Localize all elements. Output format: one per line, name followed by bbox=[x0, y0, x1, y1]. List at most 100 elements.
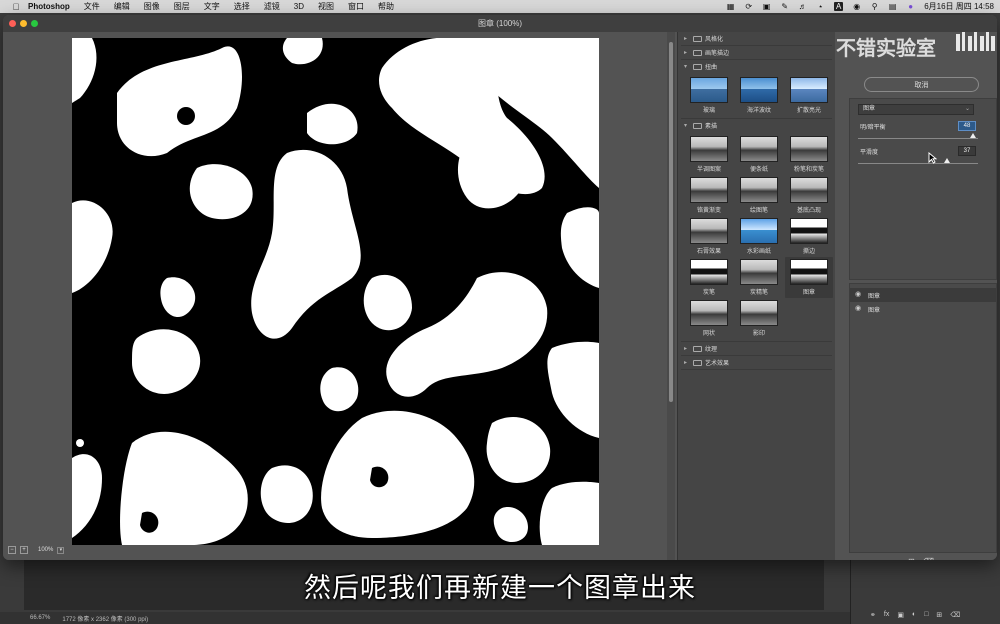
gallery-folder-2[interactable]: ▾ 扭曲 bbox=[678, 60, 835, 73]
filter-thumbnail-label: 铬黄渐变 bbox=[696, 208, 721, 214]
filter-thumbnail[interactable]: 玻璃 bbox=[685, 75, 733, 116]
menu-image[interactable]: 图像 bbox=[144, 1, 160, 12]
delete-effect-layer-icon[interactable]: ⌫ bbox=[923, 557, 934, 560]
filter-thumbnail-image bbox=[740, 77, 778, 103]
effect-layer-row[interactable]: ◉ 图章 bbox=[850, 288, 996, 302]
filter-thumbnail[interactable]: 扩散亮光 bbox=[785, 75, 833, 116]
menu-view[interactable]: 视图 bbox=[318, 1, 334, 12]
smoothness-slider-knob[interactable] bbox=[943, 158, 950, 163]
chevron-right-icon[interactable]: ▸ bbox=[684, 359, 690, 366]
gallery-folder-5[interactable]: ▸ 艺术效果 bbox=[678, 356, 835, 369]
mask-icon[interactable]: ▣ bbox=[897, 611, 904, 619]
menubar-datetime[interactable]: 6月16日 周四 14:58 bbox=[924, 1, 994, 12]
light-dark-balance-slider[interactable] bbox=[858, 133, 978, 139]
menu-layer[interactable]: 图层 bbox=[174, 1, 190, 12]
bluetooth-icon[interactable]: ⋆ bbox=[816, 2, 825, 11]
eye-icon[interactable]: ◉ bbox=[854, 305, 862, 313]
status-zoom[interactable]: 66.67% bbox=[30, 615, 50, 621]
cancel-button[interactable]: 取消 bbox=[864, 77, 979, 92]
chevron-right-icon[interactable]: ▸ bbox=[684, 35, 690, 42]
chevron-down-icon[interactable]: ▾ bbox=[684, 63, 690, 70]
filter-thumbnail[interactable]: 海洋波纹 bbox=[735, 75, 783, 116]
filter-thumbnail-label: 绘图笔 bbox=[749, 208, 768, 214]
menubar:  Photoshop 文件 编辑 图像 图层 文字 选择 滤镜 3D 视图 窗… bbox=[0, 0, 1000, 13]
filter-thumbnail-label: 撕边 bbox=[802, 249, 815, 255]
menu-file[interactable]: 文件 bbox=[84, 1, 100, 12]
menu-window[interactable]: 窗口 bbox=[348, 1, 364, 12]
filter-thumbnail-label: 影印 bbox=[752, 331, 765, 337]
filter-thumbnail-label: 便条纸 bbox=[749, 167, 768, 173]
chevron-right-icon[interactable]: ▸ bbox=[684, 345, 690, 352]
filter-thumbnail-label: 基底凸现 bbox=[796, 208, 821, 214]
gallery-scroll-thumb[interactable] bbox=[669, 42, 673, 402]
gallery-folder-3[interactable]: ▾ 素描 bbox=[678, 119, 835, 132]
menu-select[interactable]: 选择 bbox=[234, 1, 250, 12]
wifi-icon[interactable]: ◉ bbox=[852, 2, 861, 11]
filter-thumbnail[interactable]: 图章 bbox=[785, 257, 833, 298]
video-subtitle: 然后呢我们再新建一个图章出来 bbox=[304, 573, 696, 604]
menu-edit[interactable]: 编辑 bbox=[114, 1, 130, 12]
volume-icon[interactable]: ♬ bbox=[798, 2, 807, 11]
gallery-folder-label: 画笔描边 bbox=[705, 51, 730, 57]
menu-3d[interactable]: 3D bbox=[294, 2, 304, 11]
filter-thumbnail[interactable]: 石膏效果 bbox=[685, 216, 733, 257]
gallery-folder-4[interactable]: ▸ 纹理 bbox=[678, 342, 835, 355]
preview-canvas[interactable] bbox=[72, 38, 599, 545]
adjustment-icon[interactable]: ◐ bbox=[912, 611, 916, 619]
siri-icon[interactable]: ● bbox=[906, 2, 915, 11]
chevron-right-icon[interactable]: ▸ bbox=[684, 49, 690, 56]
filter-thumbnail[interactable]: 水彩画纸 bbox=[735, 216, 783, 257]
filter-thumbnail-image bbox=[790, 77, 828, 103]
trash-icon[interactable]: ⌫ bbox=[950, 611, 960, 619]
menu-filter[interactable]: 滤镜 bbox=[264, 1, 280, 12]
chevron-down-icon: ⌄ bbox=[964, 106, 970, 112]
light-dark-balance-input[interactable]: 48 bbox=[958, 121, 976, 131]
gallery-scrollbar[interactable] bbox=[667, 32, 675, 560]
filter-thumbnail[interactable]: 铬黄渐变 bbox=[685, 175, 733, 216]
dialog-title: 图章 (100%) bbox=[477, 19, 522, 28]
fx-icon[interactable]: fx bbox=[884, 611, 889, 619]
search-icon[interactable]: ⚲ bbox=[870, 2, 879, 11]
folder-icon[interactable]: □ bbox=[924, 611, 928, 619]
layout-icon[interactable]: ▦ bbox=[726, 2, 735, 11]
control-center-icon[interactable]: ▤ bbox=[888, 2, 897, 11]
filter-thumbnail[interactable]: 半调图案 bbox=[685, 134, 733, 175]
gallery-folder-0[interactable]: ▸ 风格化 bbox=[678, 32, 835, 45]
menu-help[interactable]: 帮助 bbox=[378, 1, 394, 12]
settings-panel: 取消 图章 ⌄ 明/暗平衡 48 平滑度 37 ◉ 图章 ◉ 图章 bbox=[837, 32, 997, 560]
link-icon[interactable]: ⚭ bbox=[870, 611, 876, 619]
eye-icon[interactable]: ◉ bbox=[854, 291, 862, 299]
filter-thumbnail-image bbox=[790, 177, 828, 203]
zoom-in-button[interactable]: + bbox=[20, 546, 28, 554]
zoom-out-button[interactable]: − bbox=[8, 546, 16, 554]
smoothness-slider[interactable] bbox=[858, 158, 978, 164]
filter-thumbnail[interactable]: 绘图笔 bbox=[735, 175, 783, 216]
filter-thumbnail[interactable]: 粉笔和炭笔 bbox=[785, 134, 833, 175]
menu-type[interactable]: 文字 bbox=[204, 1, 220, 12]
filter-thumbnail[interactable]: 便条纸 bbox=[735, 134, 783, 175]
light-dark-balance-slider-knob[interactable] bbox=[970, 133, 977, 138]
bilibili-logo-icon bbox=[956, 32, 995, 51]
smoothness-input[interactable]: 37 bbox=[958, 146, 976, 156]
screen-icon[interactable]: ▣ bbox=[762, 2, 771, 11]
filter-select[interactable]: 图章 ⌄ bbox=[858, 104, 974, 115]
app-name[interactable]: Photoshop bbox=[28, 2, 70, 11]
sync-icon[interactable]: ⟳ bbox=[744, 2, 753, 11]
new-layer-icon[interactable]: ⊞ bbox=[936, 611, 942, 619]
filter-thumbnail[interactable]: 影印 bbox=[735, 298, 783, 339]
apple-icon[interactable]:  bbox=[10, 1, 22, 13]
gallery-thumbnail-grid: 玻璃 海洋波纹 扩散亮光 bbox=[678, 73, 835, 118]
filter-thumbnail[interactable]: 撕边 bbox=[785, 216, 833, 257]
gallery-folder-1[interactable]: ▸ 画笔描边 bbox=[678, 46, 835, 59]
effect-layer-row[interactable]: ◉ 图章 bbox=[850, 302, 996, 316]
new-effect-layer-icon[interactable]: ⊞ bbox=[908, 557, 915, 560]
zoom-dropdown[interactable]: ▾ bbox=[57, 546, 65, 554]
filter-thumbnail[interactable]: 炭精笔 bbox=[735, 257, 783, 298]
filter-thumbnail[interactable]: 炭笔 bbox=[685, 257, 733, 298]
chevron-down-icon[interactable]: ▾ bbox=[684, 122, 690, 129]
font-icon[interactable]: A bbox=[834, 2, 844, 11]
filter-thumbnail[interactable]: 网状 bbox=[685, 298, 733, 339]
notes-icon[interactable]: ✎ bbox=[780, 2, 789, 11]
folder-icon bbox=[693, 359, 702, 366]
filter-thumbnail[interactable]: 基底凸现 bbox=[785, 175, 833, 216]
